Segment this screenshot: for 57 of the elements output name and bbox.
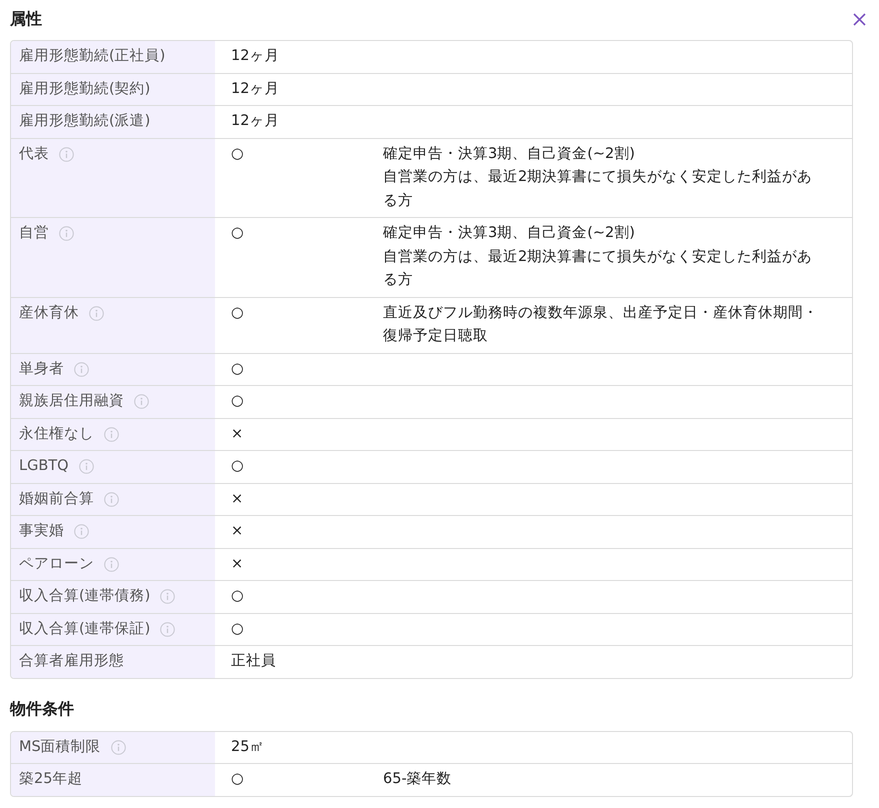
attribute-label: 産休育休 — [19, 304, 79, 322]
attribute-label: 永住権なし — [19, 424, 94, 444]
attribute-value: × — [231, 490, 244, 506]
info-icon[interactable] — [74, 362, 89, 376]
attribute-value: 12ヶ月 — [231, 48, 280, 64]
attribute-value: × — [231, 523, 244, 539]
attribute-label: 合算者雇用形態 — [19, 652, 124, 671]
attribute-label: LGBTQ — [19, 457, 69, 476]
info-icon[interactable] — [89, 306, 104, 320]
condition-note: 確定申告・決算3期、自己資金(~2割) 自営業の方は、最近2期決算書にて損失がなく安定した利益がある方 — [383, 144, 814, 210]
attribute-label: MS面積制限 — [19, 738, 101, 756]
attribute-value: ○ — [231, 146, 244, 162]
attribute-label: 築25年超 — [19, 770, 82, 789]
condition-note: 確定申告・決算3期、自己資金(~2割) 自営業の方は、最近2期決算書にて損失がなく安定した利益がある方 — [383, 224, 814, 290]
attribute-value: ○ — [231, 225, 244, 241]
section-title: 属性 — [10, 8, 42, 30]
close-button[interactable] — [851, 10, 868, 28]
info-icon[interactable] — [160, 622, 176, 636]
info-icon[interactable] — [160, 589, 176, 604]
attribute-value: ○ — [231, 393, 244, 409]
attribute-label: 収入合算(連帯保証) — [19, 620, 150, 638]
attribute-value: ○ — [231, 620, 244, 636]
attribute-value: ○ — [231, 588, 244, 604]
condition-note: 65-築年数 — [383, 770, 453, 789]
info-icon[interactable] — [74, 524, 89, 539]
info-icon[interactable] — [78, 459, 94, 474]
info-icon[interactable] — [59, 146, 74, 162]
info-icon[interactable] — [59, 226, 74, 241]
info-icon[interactable] — [104, 556, 119, 572]
info-icon[interactable] — [104, 426, 119, 442]
info-icon[interactable] — [110, 740, 126, 754]
info-icon[interactable] — [134, 394, 149, 409]
attribute-label: 単身者 — [19, 360, 64, 378]
condition-note: 直近及びフル勤務時の複数年源泉、出産予定日・産休育休期間・復帰予定日聴取 — [383, 304, 819, 346]
attribute-value: 25㎡ — [231, 738, 264, 754]
attribute-label: 代表 — [19, 144, 49, 164]
attribute-label: 自営 — [19, 224, 49, 243]
attribute-value: ○ — [231, 360, 244, 376]
attribute-value: ○ — [231, 458, 244, 474]
attribute-value: × — [231, 556, 244, 572]
attribute-label: 親族居住用融資 — [19, 392, 124, 411]
attribute-label: 雇用形態勤続(契約) — [19, 80, 150, 98]
attribute-label: 婚姻前合算 — [19, 490, 94, 508]
attribute-value: 正社員 — [231, 653, 276, 669]
attribute-label: 収入合算(連帯債務) — [19, 587, 150, 606]
info-icon[interactable] — [104, 492, 119, 506]
attribute-label: 事実婚 — [19, 522, 64, 541]
attribute-label: ペアローン — [19, 554, 94, 574]
section-title: 物件条件 — [10, 699, 74, 720]
attribute-value: 12ヶ月 — [231, 113, 280, 129]
attribute-value: ○ — [231, 771, 244, 787]
attribute-label: 雇用形態勤続(正社員) — [19, 46, 166, 66]
attribute-value: ○ — [231, 304, 244, 320]
attribute-label: 雇用形態勤続(派遣) — [19, 112, 150, 131]
attribute-value: 12ヶ月 — [231, 80, 280, 96]
close-icon — [853, 12, 866, 26]
attribute-value: × — [231, 426, 244, 442]
